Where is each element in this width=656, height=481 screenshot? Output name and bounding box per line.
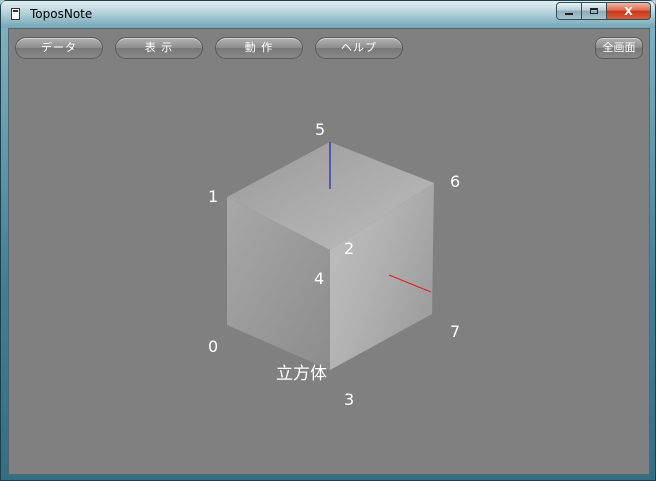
canvas-area[interactable]: データ 表 示 動 作 ヘルプ 全画面 0 1 2 3 4 5 6 7 立方体 <box>8 28 650 475</box>
window-title: ToposNote <box>30 7 93 21</box>
vertex-label-7: 7 <box>450 322 460 341</box>
vertex-label-4: 4 <box>314 269 324 288</box>
app-window: ToposNote X データ 表 示 動 作 ヘルプ 全画面 0 1 2 3 … <box>0 0 656 481</box>
maximize-icon <box>590 8 598 14</box>
close-icon: X <box>624 4 633 18</box>
vertex-label-5: 5 <box>315 120 325 139</box>
shape-name-label: 立方体 <box>276 364 327 384</box>
vertex-label-6: 6 <box>450 172 460 191</box>
minimize-icon <box>565 13 573 15</box>
app-window-icon <box>11 8 20 20</box>
vertex-label-1: 1 <box>208 187 218 206</box>
vertex-label-3: 3 <box>344 390 354 409</box>
cube-view[interactable]: 0 1 2 3 4 5 6 7 立方体 <box>9 29 649 474</box>
maximize-button[interactable] <box>582 2 607 20</box>
title-bar[interactable]: ToposNote X <box>1 1 655 28</box>
vertex-label-0: 0 <box>208 337 218 356</box>
vertex-label-2: 2 <box>344 239 354 258</box>
close-button[interactable]: X <box>607 2 651 20</box>
caption-buttons: X <box>556 2 651 20</box>
minimize-button[interactable] <box>556 2 582 20</box>
